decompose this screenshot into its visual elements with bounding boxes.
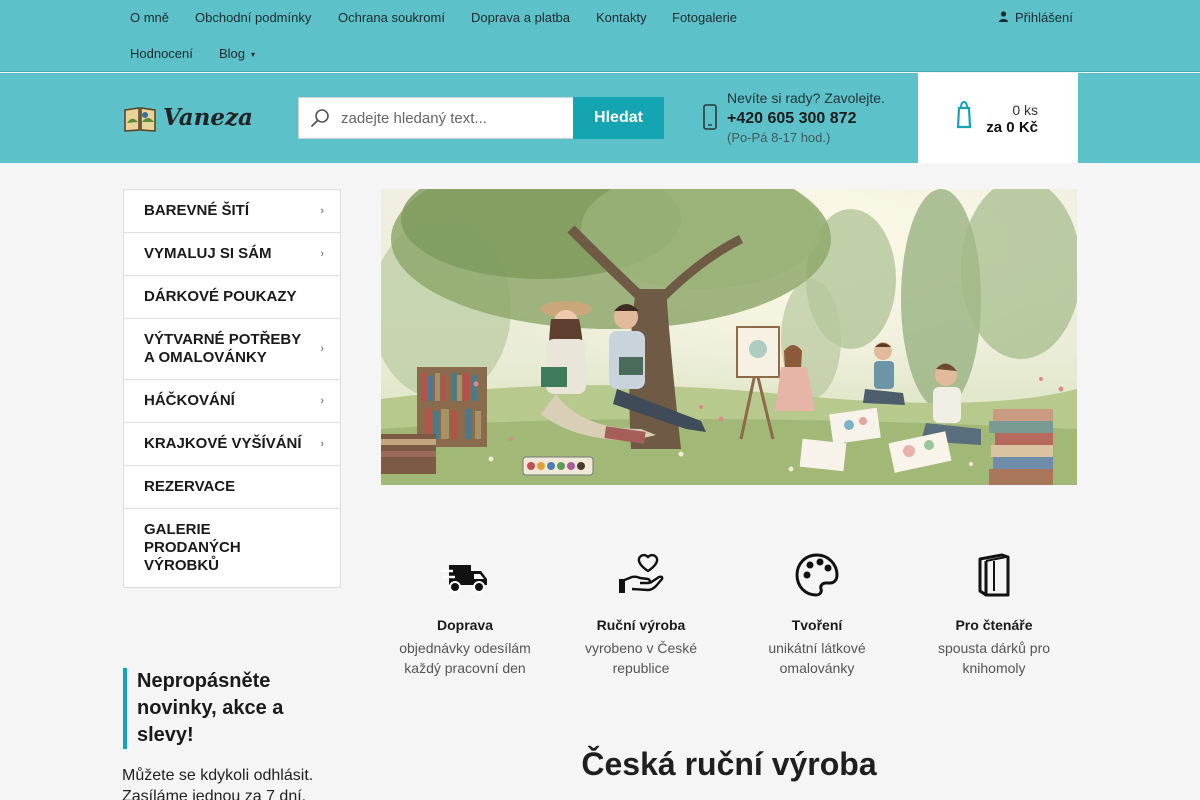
category-label: BAREVNÉ ŠITÍ [144, 202, 250, 219]
palette-icon [732, 553, 902, 597]
nav-link-fotogalerie[interactable]: Fotogalerie [672, 10, 737, 25]
chevron-down-icon: ▾ [251, 50, 256, 60]
book-icon [909, 553, 1079, 597]
feature-pro-ctenare: Pro čtenáře spousta dárků pro knihomoly [909, 553, 1079, 678]
hand-heart-icon [556, 553, 726, 597]
search-button[interactable]: Hledat [573, 97, 664, 139]
nav-link-kontakty[interactable]: Kontakty [596, 10, 647, 25]
help-text: Nevíte si rady? Zavolejte. [727, 90, 885, 106]
chevron-right-icon: › [320, 395, 324, 407]
login-link[interactable]: Přihlášení [999, 10, 1073, 25]
nav-link-o-mne[interactable]: O mně [130, 10, 169, 25]
category-label: DÁRKOVÉ POUKAZY [144, 288, 297, 305]
newsletter-text: Můžete se kdykoli odhlásit. Zasíláme jed… [122, 767, 314, 800]
nav-link-doprava-a-platba[interactable]: Doprava a platba [471, 10, 570, 25]
nav-link-hodnoceni[interactable]: Hodnocení [130, 46, 193, 61]
newsletter-title: Nepropásněte novinky, akce a slevy! [123, 668, 341, 749]
cart-count: 0 ks [1012, 102, 1038, 118]
opening-hours: (Po-Pá 8-17 hod.) [727, 130, 831, 145]
category-label: VYMALUJ SI SÁM [144, 245, 272, 262]
search-icon [299, 98, 341, 138]
cart-total: za 0 Kč [986, 119, 1038, 136]
nav-link-ochrana-soukromi[interactable]: Ochrana soukromí [338, 10, 445, 25]
category-item[interactable]: GALERIE PRODANÝCH VÝROBKŮ [124, 509, 340, 587]
category-item[interactable]: VÝTVARNÉ POTŘEBY A OMALOVÁNKY › [124, 319, 340, 380]
category-label: KRAJKOVÉ VYŠÍVÁNÍ [144, 435, 302, 452]
category-label: VÝTVARNÉ POTŘEBY A OMALOVÁNKY [144, 331, 301, 366]
hero-illustration [381, 189, 1077, 485]
category-item[interactable]: VYMALUJ SI SÁM › [124, 233, 340, 276]
category-item[interactable]: REZERVACE [124, 466, 340, 509]
nav-link-blog[interactable]: Blog ▾ [219, 46, 255, 61]
cart-button[interactable]: 0 ks za 0 Kč [918, 73, 1078, 163]
feature-description: objednávky odesílám každý pracovní den [399, 640, 531, 676]
category-menu: BAREVNÉ ŠITÍ › VYMALUJ SI SÁM › DÁRKOVÉ POUK… [123, 189, 341, 588]
feature-rucni-vyroba: Ruční výroba vyrobeno v České republice [556, 553, 726, 678]
chevron-right-icon: › [320, 205, 324, 217]
feature-description: vyrobeno v České republice [584, 640, 698, 676]
category-item[interactable]: DÁRKOVÉ POUKAZY [124, 276, 340, 319]
main-heading: Česká ruční výroba [581, 746, 877, 782]
nav-link-blog-label: Blog [219, 46, 246, 61]
category-item[interactable]: BAREVNÉ ŠITÍ › [124, 190, 340, 233]
feature-title: Tvoření [791, 617, 843, 633]
search-input[interactable] [341, 109, 561, 127]
category-item[interactable]: KRAJKOVÉ VYŠÍVÁNÍ › [124, 423, 340, 466]
feature-title: Doprava [436, 617, 494, 633]
feature-tvoreni: Tvoření unikátní látkové omalovánky [732, 553, 902, 678]
cart-icon [956, 99, 972, 137]
category-item[interactable]: HÁČKOVÁNÍ › [124, 380, 340, 423]
book-logo-icon [124, 107, 156, 132]
phone-number[interactable]: +420 605 300 872 [727, 110, 856, 128]
logo-text: Vaneza [163, 103, 253, 131]
search-form [298, 97, 574, 139]
category-label: GALERIE PRODANÝCH VÝROBKŮ [144, 521, 241, 574]
logo[interactable]: Vaneza [123, 99, 281, 135]
phone-icon [703, 104, 717, 137]
feature-title: Ruční výroba [596, 617, 686, 633]
feature-title: Pro čtenáře [955, 617, 1033, 633]
category-label: REZERVACE [144, 478, 236, 495]
login-label: Přihlášení [1015, 10, 1073, 25]
chevron-right-icon: › [320, 248, 324, 260]
category-label: HÁČKOVÁNÍ [144, 392, 235, 409]
hero-banner-image[interactable] [381, 189, 1077, 485]
chevron-right-icon: › [320, 438, 324, 450]
feature-description: spousta dárků pro knihomoly [937, 640, 1051, 676]
nav-link-obchodni-podminky[interactable]: Obchodní podmínky [195, 10, 311, 25]
truck-icon [380, 553, 550, 597]
feature-description: unikátní látkové omalovánky [768, 640, 866, 676]
chevron-right-icon: › [320, 343, 324, 355]
user-icon [999, 10, 1008, 25]
feature-doprava: Doprava objednávky odesílám každý pracov… [380, 553, 550, 678]
